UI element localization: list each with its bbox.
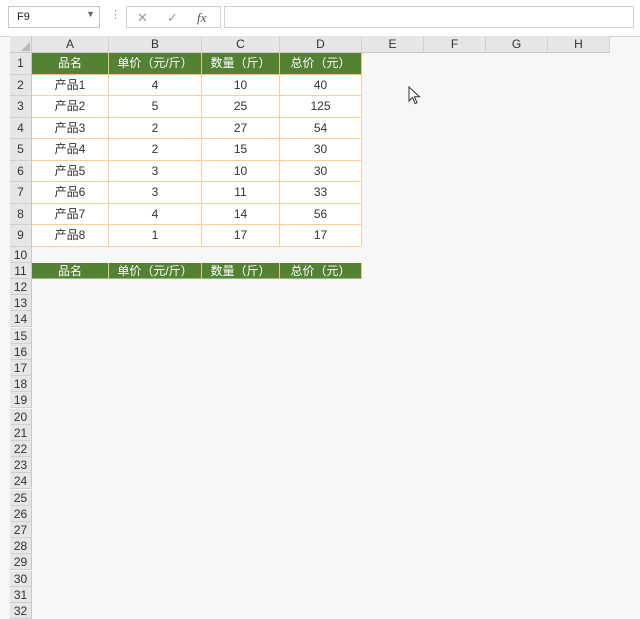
row-header-22[interactable]: 22 [10,440,32,458]
row-header-6[interactable]: 6 [10,160,32,182]
column-header-g[interactable]: G [486,36,548,53]
row-header-7[interactable]: 7 [10,182,32,204]
spreadsheet-grid: ABCDEFGH 1 2 3 4 5 6 7 8 9 10 11 12 13 14 15 16 17 18 19 20… [0,36,640,619]
table1-header-cell[interactable]: 数量（斤） [202,53,280,75]
row-header-16[interactable]: 16 [10,343,32,360]
table1-header-cell[interactable]: 总价（元） [280,53,362,75]
row-header-13[interactable]: 13 [10,295,32,312]
table1-data-cell[interactable]: 33 [280,182,362,204]
close-icon[interactable]: ✕ [137,10,148,26]
row-header-19[interactable]: 19 [10,392,32,409]
vertical-dots-icon[interactable]: ⋮ [110,8,121,21]
row-header-8[interactable]: 8 [10,203,32,225]
table1-data-cell[interactable]: 产品5 [32,160,109,182]
table1-data-cell[interactable]: 15 [202,139,280,161]
column-header-c[interactable]: C [202,36,280,53]
row-header-14[interactable]: 14 [10,311,32,328]
row-header-12[interactable]: 12 [10,278,32,296]
select-all-button[interactable] [10,36,32,53]
table1-header-cell[interactable]: 单价（元/斤） [109,53,202,75]
row-header-15[interactable]: 15 [10,327,32,344]
table2-header-cell[interactable]: 单价（元/斤） [109,262,202,279]
table1-data-cell[interactable]: 27 [202,117,280,139]
mouse-pointer-icon [408,86,421,105]
row-header-10[interactable]: 10 [10,246,32,263]
table1-data-cell[interactable]: 40 [280,74,362,96]
table1-data-cell[interactable]: 4 [109,74,202,96]
row-header-18[interactable]: 18 [10,376,32,393]
row-header-24[interactable]: 24 [10,473,32,490]
table1-data-cell[interactable]: 产品2 [32,96,109,118]
table1-data-cell[interactable]: 30 [280,160,362,182]
table1-data-cell[interactable]: 54 [280,117,362,139]
table1-data-cell[interactable]: 125 [280,96,362,118]
column-header-e[interactable]: E [362,36,424,53]
column-header-h[interactable]: H [548,36,610,53]
row-header-20[interactable]: 20 [10,408,32,425]
row-header-23[interactable]: 23 [10,457,32,474]
table1-data-cell[interactable]: 10 [202,160,280,182]
table1-data-cell[interactable]: 30 [280,139,362,161]
table2-header-cell[interactable]: 总价（元） [280,262,362,279]
row-header-25[interactable]: 25 [10,489,32,506]
function-icon[interactable]: fx [197,10,206,26]
row-header-4[interactable]: 4 [10,117,32,139]
select-all-triangle-icon [21,42,30,51]
row-header-21[interactable]: 21 [10,424,32,441]
table1-data-cell[interactable]: 产品7 [32,203,109,225]
table1-data-cell[interactable]: 25 [202,96,280,118]
table1-data-cell[interactable]: 56 [280,203,362,225]
formula-input[interactable] [224,6,634,28]
formula-actions: ✕ ✓ fx [126,6,221,28]
table2-header-cell[interactable]: 数量（斤） [202,262,280,279]
row-header-26[interactable]: 26 [10,505,32,522]
row-header-31[interactable]: 31 [10,586,32,603]
table1-data-cell[interactable]: 10 [202,74,280,96]
table1-data-cell[interactable]: 产品3 [32,117,109,139]
check-icon[interactable]: ✓ [167,10,178,26]
column-header-b[interactable]: B [109,36,202,53]
table1-data-cell[interactable]: 产品6 [32,182,109,204]
column-header-d[interactable]: D [280,36,362,53]
column-header-a[interactable]: A [32,36,109,53]
row-header-17[interactable]: 17 [10,359,32,377]
row-header-3[interactable]: 3 [10,96,32,118]
column-header-f[interactable]: F [424,36,486,53]
row-header-2[interactable]: 2 [10,74,32,96]
chevron-down-icon[interactable]: ▼ [86,9,95,19]
row-header-32[interactable]: 32 [10,602,32,619]
table1-data-cell[interactable]: 11 [202,182,280,204]
table1-header-cell[interactable]: 品名 [32,53,109,75]
table1-data-cell[interactable]: 4 [109,203,202,225]
table1-data-cell[interactable]: 14 [202,203,280,225]
row-header-9[interactable]: 9 [10,225,32,247]
row-header-28[interactable]: 28 [10,538,32,555]
name-box[interactable]: F9 ▼ [8,6,100,28]
table1-data-cell[interactable]: 3 [109,182,202,204]
row-header-1[interactable]: 1 [10,53,32,75]
table1-data-cell[interactable]: 2 [109,139,202,161]
table1-data-cell[interactable]: 3 [109,160,202,182]
table1-data-cell[interactable]: 1 [109,225,202,247]
row-header-30[interactable]: 30 [10,570,32,587]
table1-data-cell[interactable]: 产品4 [32,139,109,161]
row-header-27[interactable]: 27 [10,521,32,539]
row-header-11[interactable]: 11 [10,262,32,279]
table1-data-cell[interactable]: 产品1 [32,74,109,96]
row-header-5[interactable]: 5 [10,139,32,161]
name-box-value: F9 [17,11,30,23]
table1-data-cell[interactable]: 17 [280,225,362,247]
table2-header-cell[interactable]: 品名 [32,262,109,279]
table1-data-cell[interactable]: 2 [109,117,202,139]
table1-data-cell[interactable]: 5 [109,96,202,118]
table1-data-cell[interactable]: 17 [202,225,280,247]
formula-bar: F9 ▼ ⋮ ✕ ✓ fx [0,0,640,37]
table1-data-cell[interactable]: 产品8 [32,225,109,247]
row-header-29[interactable]: 29 [10,554,32,571]
